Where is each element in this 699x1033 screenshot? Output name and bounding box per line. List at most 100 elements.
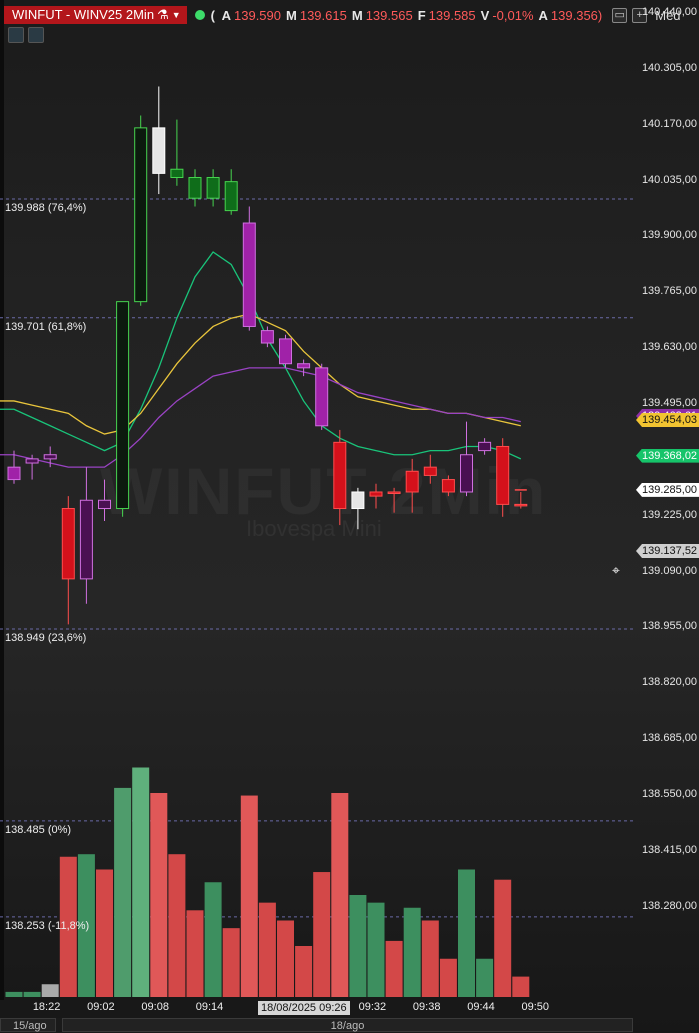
price-tag: 139.137,52 xyxy=(636,543,699,558)
volume-bar xyxy=(512,976,530,997)
price-tick-label: 139.630,00 xyxy=(641,341,697,354)
volume-bar xyxy=(494,879,512,997)
fib-level-label: 139.701 (61,8%) xyxy=(5,320,87,333)
volume-bar xyxy=(41,984,59,997)
candle-body xyxy=(7,466,21,481)
time-tick-label: 09:14 xyxy=(195,1001,224,1013)
volume-bar xyxy=(240,795,258,997)
price-tick-label: 138.550,00 xyxy=(641,788,697,801)
candle-body xyxy=(43,454,57,460)
ohlc-label: V xyxy=(480,7,490,23)
moving-average-line xyxy=(0,367,521,468)
volume-bar xyxy=(277,920,294,997)
candle-body xyxy=(206,177,220,199)
symbol-label: WINFUT - WINV25 2Min xyxy=(12,7,155,22)
volume-bar xyxy=(222,928,240,997)
indicator-icon[interactable] xyxy=(8,27,24,43)
flask-icon: ⚗ xyxy=(157,7,169,22)
time-tick-label: 09:02 xyxy=(87,1001,115,1013)
moving-average-line xyxy=(0,251,522,460)
candle-body xyxy=(116,301,130,510)
candle-body xyxy=(333,441,347,510)
chart-window: { "header": { "symbol_label": "WINFUT - … xyxy=(0,0,699,1033)
candle-body xyxy=(351,491,365,510)
candle-body xyxy=(423,466,437,476)
volume-bar xyxy=(168,854,186,997)
volume-bar xyxy=(96,869,113,997)
candle-body xyxy=(170,168,184,179)
minimize-icon[interactable]: ▭ xyxy=(612,7,628,23)
volume-bar xyxy=(5,991,23,997)
time-tick-label: 09:50 xyxy=(521,1001,550,1013)
ohlc-label: M xyxy=(286,7,297,23)
volume-bar xyxy=(258,902,276,997)
price-tick-label: 139.900,00 xyxy=(641,229,697,242)
price-tick-label: 138.820,00 xyxy=(641,676,697,689)
volume-bar xyxy=(349,895,367,997)
volume-bar xyxy=(150,793,168,997)
crosshair-time-label: 18/08/2025 09:26 xyxy=(258,1001,350,1015)
price-tick-label: 140.035,00 xyxy=(641,173,697,186)
time-tick-label: 09:08 xyxy=(141,1001,169,1013)
price-tick-label: 138.415,00 xyxy=(641,843,697,856)
ohlc-label: M xyxy=(351,7,363,23)
volume-bar xyxy=(132,767,150,997)
price-tag: 139.285,00 xyxy=(636,482,699,497)
date-label-2: 18/ago xyxy=(62,1018,633,1032)
ohlc-value: 139.356) xyxy=(550,7,603,23)
chart-header: WINFUT - WINV25 2Min ⚗ ▼ ( A 139.590 M 139.… xyxy=(0,6,681,24)
candle-body xyxy=(369,491,383,497)
indicator-toolbar xyxy=(8,27,44,43)
price-tick-label: 138.685,00 xyxy=(641,732,697,745)
volume-bar xyxy=(331,793,349,997)
price-tick-label: 138.955,00 xyxy=(641,620,697,633)
volume-bar xyxy=(476,958,494,997)
fib-level-label: 138.253 (-11,8%) xyxy=(5,919,90,932)
ohlc-value: 139.590 xyxy=(234,7,281,23)
ohlc-value: 139.565 xyxy=(365,7,413,23)
fib-level-label: 138.485 (0%) xyxy=(5,823,72,836)
price-tick-label: 139.090,00 xyxy=(641,564,697,577)
price-tick-label: 140.170,00 xyxy=(641,117,697,130)
symbol-selector[interactable]: WINFUT - WINV25 2Min ⚗ ▼ xyxy=(4,6,187,24)
date-label-1: 15/ago xyxy=(0,1018,56,1032)
candle-body xyxy=(478,441,492,452)
volume-bar xyxy=(367,902,385,997)
candle-body xyxy=(514,503,528,507)
ohlc-readout: ( A 139.590 M 139.615 M 139.565 F 139.585 V -0,01… xyxy=(211,8,608,23)
price-chart[interactable] xyxy=(0,0,633,1000)
pencil-icon[interactable] xyxy=(28,27,44,43)
candle-body xyxy=(387,491,401,494)
price-axis[interactable]: 140.440,00 140.305,00 140.170,00 140.035,00… xyxy=(633,0,699,1000)
volume-bar xyxy=(204,882,222,997)
ohlc-open-paren: ( xyxy=(210,7,215,23)
volume-bar xyxy=(295,946,313,997)
ohlc-value: 139.615 xyxy=(299,7,347,23)
candle-body xyxy=(242,222,256,327)
volume-bar xyxy=(439,958,457,997)
candle-body xyxy=(98,499,111,510)
candle-body xyxy=(460,454,473,493)
price-tick-label: 140.305,00 xyxy=(641,61,697,74)
price-tick-label: 138.280,00 xyxy=(641,899,697,912)
volume-bar xyxy=(458,869,475,997)
candle-body xyxy=(496,445,510,505)
candle-body xyxy=(279,338,292,365)
candle-body xyxy=(79,499,93,580)
candle-body xyxy=(25,458,39,464)
time-tick-label: 09:32 xyxy=(358,1001,387,1013)
chevron-down-icon: ▼ xyxy=(171,10,181,20)
price-tick-label: 139.225,00 xyxy=(641,508,697,521)
candle-body xyxy=(405,470,419,493)
date-bar: 15/ago 18/ago xyxy=(0,1018,633,1033)
candle-body xyxy=(134,127,148,303)
candle-body xyxy=(315,367,329,427)
volume-bar xyxy=(403,907,421,997)
candle-body xyxy=(61,508,75,580)
ohlc-label: A xyxy=(538,7,548,23)
candle-body xyxy=(297,363,311,369)
volume-bar xyxy=(385,940,403,997)
time-tick-label: 18:22 xyxy=(32,1001,61,1013)
candle-body xyxy=(152,127,166,174)
volume-bar xyxy=(421,920,439,997)
